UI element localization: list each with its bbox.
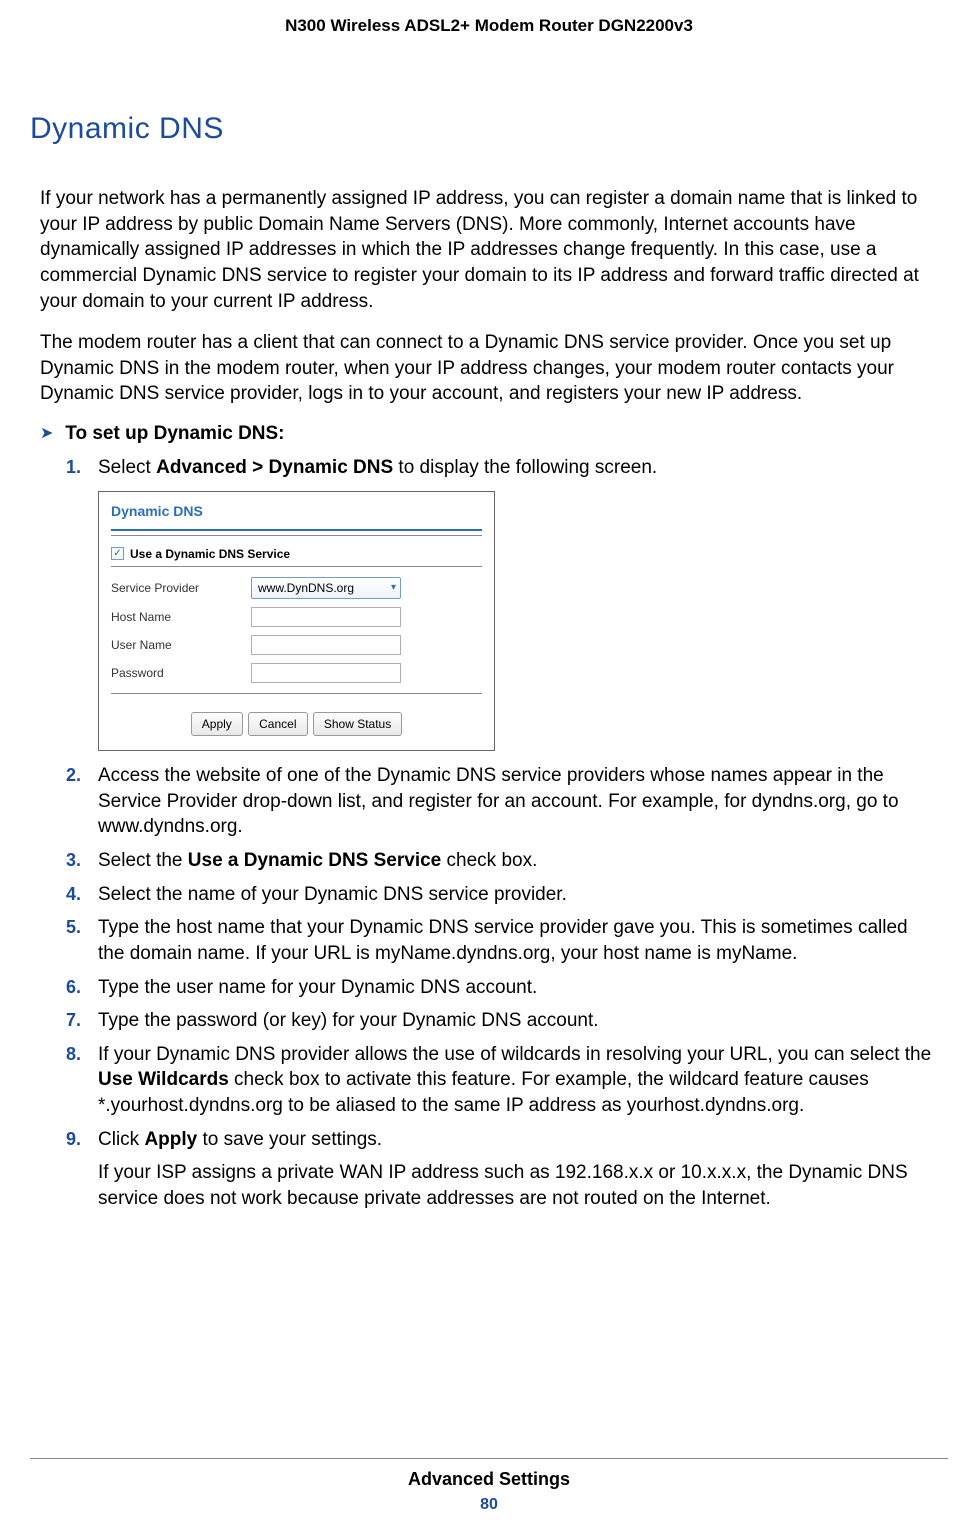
step-8-prefix: If your Dynamic DNS provider allows the … <box>98 1044 931 1065</box>
embedded-screenshot: Dynamic DNS ✓ Use a Dynamic DNS Service … <box>98 491 495 751</box>
use-ddns-label: Use a Dynamic DNS Service <box>130 546 290 562</box>
password-input[interactable] <box>251 663 401 683</box>
step-9-note: If your ISP assigns a private WAN IP add… <box>98 1160 938 1211</box>
step-9-bold: Apply <box>144 1129 197 1150</box>
step-3-prefix: Select the <box>98 850 188 871</box>
page-content: Dynamic DNS If your network has a perman… <box>0 112 978 1212</box>
divider <box>111 529 482 531</box>
username-row: User Name <box>99 631 494 659</box>
page-footer: Advanced Settings 80 <box>0 1458 978 1514</box>
task-heading: ➤ To set up Dynamic DNS: <box>40 423 938 445</box>
triangle-icon: ➤ <box>40 423 60 443</box>
intro-paragraph-1: If your network has a permanently assign… <box>40 186 938 314</box>
hostname-label: Host Name <box>111 609 251 625</box>
use-ddns-checkbox[interactable]: ✓ <box>111 547 124 560</box>
provider-row: Service Provider www.DynDNS.org ▾ <box>99 573 494 603</box>
hostname-input[interactable] <box>251 607 401 627</box>
username-label: User Name <box>111 637 251 653</box>
section-title: Dynamic DNS <box>30 112 938 146</box>
step-1: Select Advanced > Dynamic DNS to display… <box>66 455 938 751</box>
cancel-button[interactable]: Cancel <box>248 712 307 736</box>
step-3-bold: Use a Dynamic DNS Service <box>188 850 441 871</box>
screenshot-title: Dynamic DNS <box>99 492 494 529</box>
steps-list: Select Advanced > Dynamic DNS to display… <box>66 455 938 1212</box>
hostname-row: Host Name <box>99 603 494 631</box>
divider <box>111 693 482 694</box>
step-1-suffix: to display the following screen. <box>393 457 657 478</box>
footer-divider <box>30 1458 948 1459</box>
task-label: To set up Dynamic DNS: <box>65 423 284 444</box>
step-8-bold: Use Wildcards <box>98 1069 229 1090</box>
divider <box>111 535 482 536</box>
footer-section: Advanced Settings <box>0 1469 978 1490</box>
step-9: Click Apply to save your settings. If yo… <box>66 1127 938 1212</box>
intro-paragraph-2: The modem router has a client that can c… <box>40 330 938 407</box>
step-4: Select the name of your Dynamic DNS serv… <box>66 882 938 908</box>
page-header: N300 Wireless ADSL2+ Modem Router DGN220… <box>0 0 978 56</box>
step-3: Select the Use a Dynamic DNS Service che… <box>66 848 938 874</box>
step-6: Type the user name for your Dynamic DNS … <box>66 975 938 1001</box>
password-label: Password <box>111 665 251 681</box>
chevron-down-icon: ▾ <box>391 581 396 595</box>
step-1-bold: Advanced > Dynamic DNS <box>156 457 393 478</box>
username-input[interactable] <box>251 635 401 655</box>
divider <box>111 566 482 567</box>
show-status-button[interactable]: Show Status <box>313 712 402 736</box>
provider-label: Service Provider <box>111 580 251 596</box>
password-row: Password <box>99 659 494 687</box>
step-7: Type the password (or key) for your Dyna… <box>66 1008 938 1034</box>
checkbox-row: ✓ Use a Dynamic DNS Service <box>99 542 494 566</box>
step-2: Access the website of one of the Dynamic… <box>66 763 938 840</box>
step-9-prefix: Click <box>98 1129 144 1150</box>
button-row: Apply Cancel Show Status <box>99 700 494 750</box>
step-3-suffix: check box. <box>441 850 537 871</box>
step-1-prefix: Select <box>98 457 156 478</box>
provider-select[interactable]: www.DynDNS.org ▾ <box>251 577 401 599</box>
footer-page-number: 80 <box>0 1496 978 1514</box>
step-8: If your Dynamic DNS provider allows the … <box>66 1042 938 1119</box>
step-9-suffix: to save your settings. <box>197 1129 382 1150</box>
provider-value: www.DynDNS.org <box>258 580 354 596</box>
step-5: Type the host name that your Dynamic DNS… <box>66 915 938 966</box>
apply-button[interactable]: Apply <box>191 712 243 736</box>
